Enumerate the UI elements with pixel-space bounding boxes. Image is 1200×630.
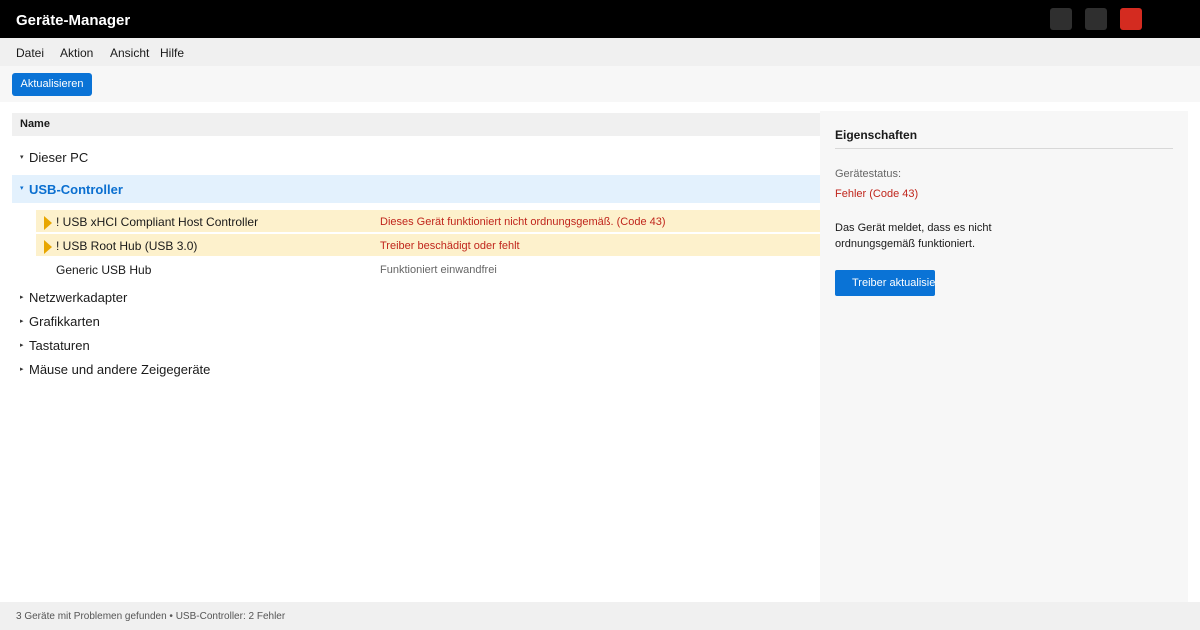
refresh-button[interactable]: Aktualisieren [12,73,92,96]
device-status: Dieses Gerät funktioniert nicht ordnungs… [380,216,666,228]
status-text: 3 Geräte mit Problemen gefunden • USB-Co… [16,611,286,622]
properties-panel: Eigenschaften Gerätestatus: Fehler (Code… [820,111,1188,602]
device-row-generic-usb-hub[interactable]: Generic USB Hub Funktioniert einwandfrei [36,258,820,280]
tree-node-label: USB-Controller [29,182,123,197]
toolbar: Aktualisieren [0,66,1200,102]
tree-node-label: Grafikkarten [29,314,100,329]
expand-arrow-icon[interactable]: ▾ [20,154,24,162]
status-bar: 3 Geräte mit Problemen gefunden • USB-Co… [0,602,1200,630]
menu-bar: Datei Aktion Ansicht Hilfe [0,38,1200,66]
column-header-label: Name [20,118,50,130]
device-status: Treiber beschädigt oder fehlt [380,240,520,252]
tree-node-tastaturen[interactable]: ▸ Tastaturen [12,334,820,358]
device-name: ! USB Root Hub (USB 3.0) [56,239,198,253]
device-name: ! USB xHCI Compliant Host Controller [56,215,259,229]
device-name: Generic USB Hub [56,263,152,277]
tree-node-label: Mäuse und andere Zeigegeräte [29,362,211,377]
expand-arrow-icon[interactable]: ▸ [20,366,24,374]
menu-hilfe[interactable]: Hilfe [160,46,184,60]
minimize-button[interactable] [1050,8,1072,30]
tree-node-maeuse[interactable]: ▸ Mäuse und andere Zeigegeräte [12,358,820,382]
tree-node-dieser-pc[interactable]: ▾ Dieser PC [12,146,820,170]
title-bar: Geräte-Manager [0,0,1200,38]
properties-title: Eigenschaften [835,128,918,142]
update-driver-button[interactable]: Treiber aktualisieren [835,270,935,296]
menu-datei[interactable]: Datei [16,46,44,60]
expand-arrow-icon[interactable]: ▾ [20,185,24,193]
device-status-label: Gerätestatus: [835,168,902,180]
tree-node-usb-controller[interactable]: ▾ USB-Controller [12,175,820,203]
device-status-value: Fehler (Code 43) [835,188,919,200]
expand-arrow-icon[interactable]: ▸ [20,294,24,302]
expand-arrow-icon[interactable]: ▸ [20,318,24,326]
device-row-xhci-controller[interactable]: ! USB xHCI Compliant Host Controller Die… [36,210,820,232]
divider [835,148,1173,149]
maximize-button[interactable] [1085,8,1107,30]
window-title: Geräte-Manager [16,12,131,29]
tree-node-label: Dieser PC [29,150,89,165]
warning-icon [44,240,52,254]
device-description: Das Gerät meldet, dass es nicht ordnungs… [835,222,992,250]
tree-node-grafikkarten[interactable]: ▸ Grafikkarten [12,310,820,334]
expand-arrow-icon[interactable]: ▸ [20,342,24,350]
tree-node-label: Tastaturen [29,338,90,353]
menu-aktion[interactable]: Aktion [60,46,93,60]
warning-icon [44,216,52,230]
tree-node-netzwerkadapter[interactable]: ▸ Netzwerkadapter [12,286,820,310]
device-row-usb-root-hub[interactable]: ! USB Root Hub (USB 3.0) Treiber beschäd… [36,234,820,256]
close-button[interactable] [1120,8,1142,30]
tree-node-label: Netzwerkadapter [29,290,128,305]
name-column-header[interactable]: Name [12,113,820,136]
menu-ansicht[interactable]: Ansicht [110,46,149,60]
device-status: Funktioniert einwandfrei [380,264,497,276]
